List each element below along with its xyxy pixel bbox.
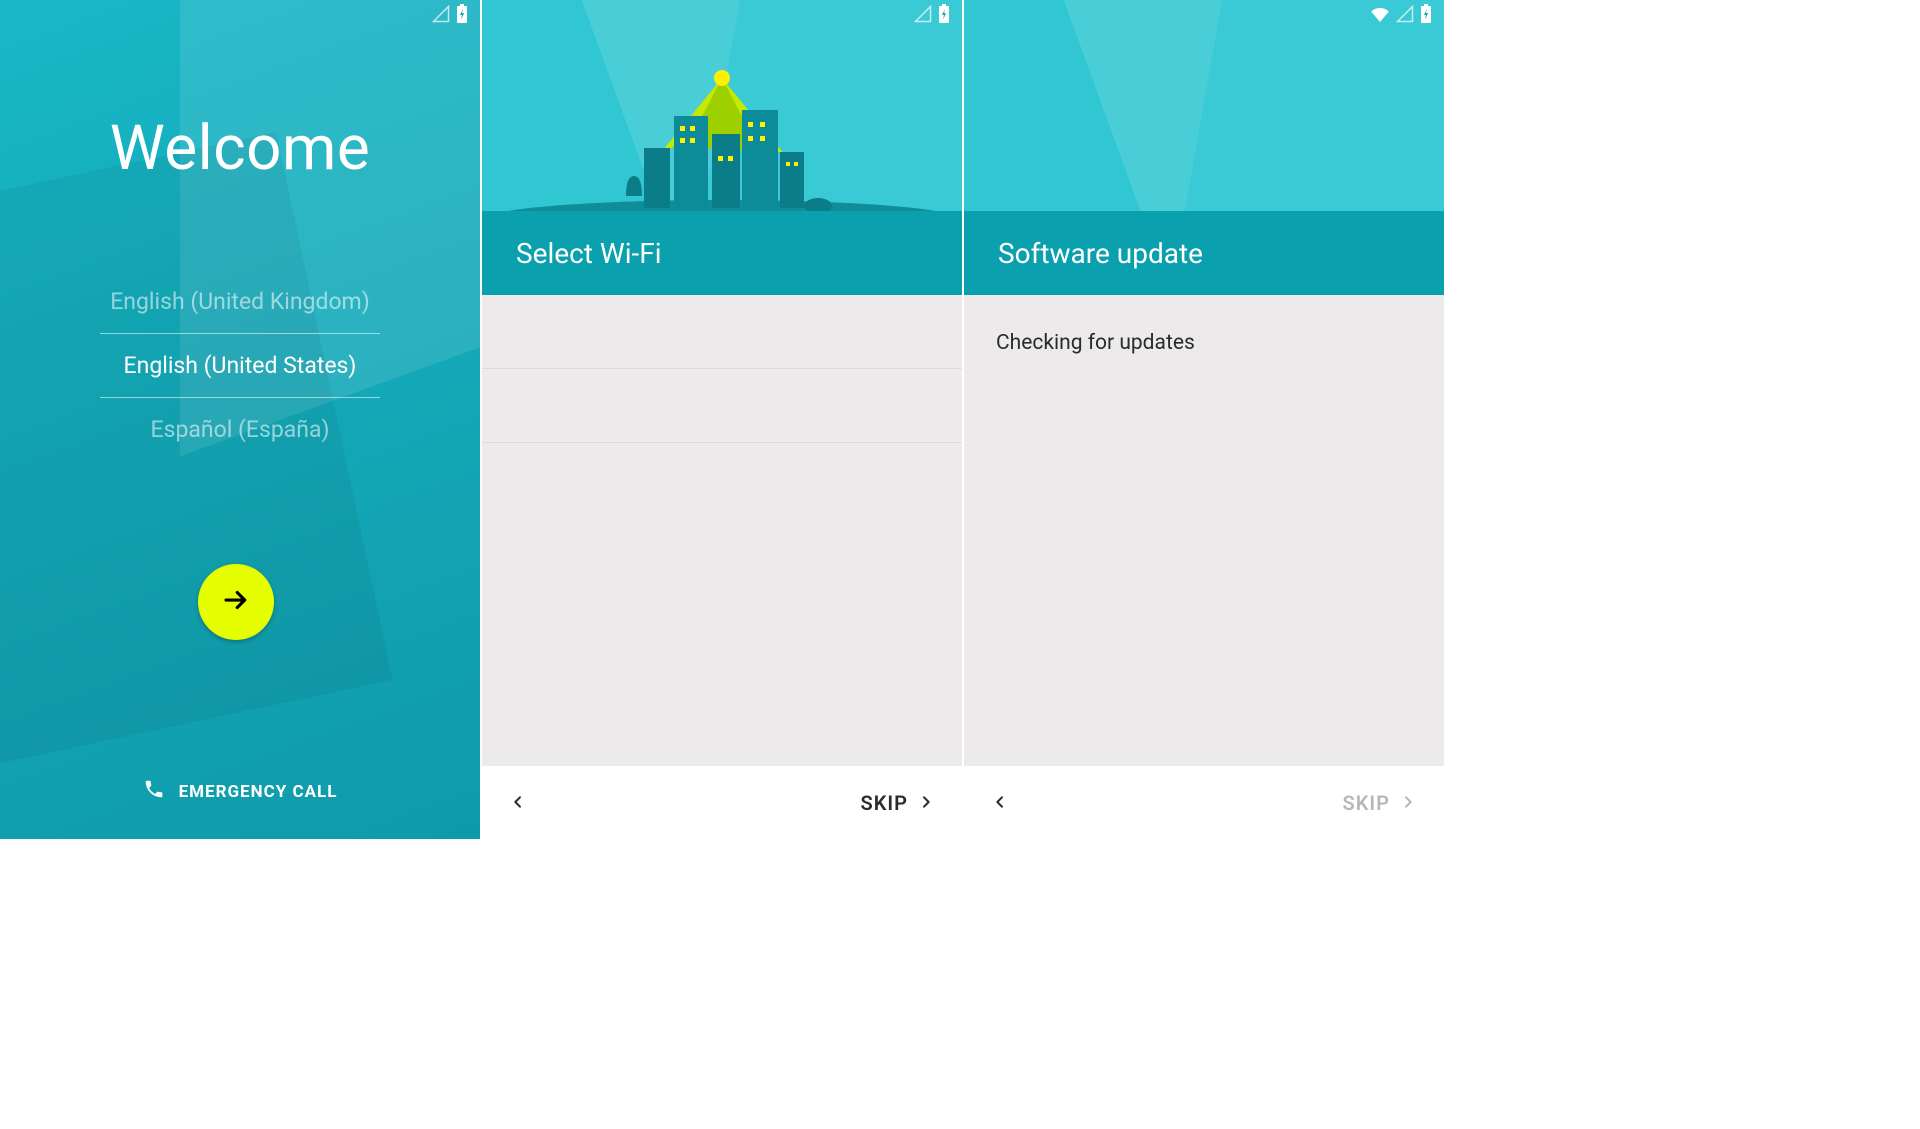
software-update-screen: Software update Checking for updates	[964, 0, 1444, 839]
chevron-right-icon	[1400, 791, 1416, 815]
header-title-band: Software update	[964, 211, 1444, 295]
language-option[interactable]: English (United Kingdom)	[100, 270, 380, 333]
chevron-left-icon	[510, 791, 526, 815]
wifi-screen: Select Wi-Fi SKIP	[482, 0, 962, 839]
city-illustration	[592, 56, 852, 220]
list-item[interactable]	[482, 295, 962, 369]
list-item[interactable]	[482, 369, 962, 443]
status-text: Checking for updates	[964, 295, 1444, 391]
cellular-empty-icon	[432, 5, 450, 23]
wifi-icon	[1370, 6, 1390, 22]
arrow-right-icon	[221, 585, 251, 619]
battery-charging-icon	[1420, 4, 1432, 24]
chevron-left-icon	[992, 791, 1008, 815]
language-picker[interactable]: English (United Kingdom) English (United…	[0, 270, 480, 461]
language-option[interactable]: Español (España)	[100, 398, 380, 461]
skip-button[interactable]: SKIP	[861, 791, 934, 815]
page-title: Software update	[998, 237, 1203, 270]
header: Select Wi-Fi	[482, 0, 962, 295]
footer-nav: SKIP	[482, 765, 962, 839]
back-button[interactable]	[992, 791, 1008, 815]
battery-charging-icon	[938, 4, 950, 24]
status-bar	[432, 0, 468, 28]
welcome-screen: Welcome English (United Kingdom) English…	[0, 0, 480, 839]
cellular-empty-icon	[914, 5, 932, 23]
skip-label: SKIP	[861, 791, 908, 815]
emergency-call-button[interactable]: EMERGENCY CALL	[0, 778, 480, 805]
status-bar	[914, 0, 950, 28]
header-title-band: Select Wi-Fi	[482, 211, 962, 295]
battery-charging-icon	[456, 4, 468, 24]
chevron-right-icon	[918, 791, 934, 815]
status-bar	[1370, 0, 1432, 28]
page-title: Select Wi-Fi	[516, 237, 662, 270]
header: Software update	[964, 0, 1444, 295]
wifi-list	[482, 295, 962, 765]
back-button[interactable]	[510, 791, 526, 815]
update-body: Checking for updates	[964, 295, 1444, 765]
emergency-call-label: EMERGENCY CALL	[179, 782, 338, 802]
footer-nav: SKIP	[964, 765, 1444, 839]
phone-icon	[143, 778, 165, 805]
cellular-empty-icon	[1396, 5, 1414, 23]
continue-button[interactable]	[198, 564, 274, 640]
page-title: Welcome	[0, 112, 480, 185]
skip-button: SKIP	[1343, 791, 1416, 815]
skip-label: SKIP	[1343, 791, 1390, 815]
language-option-selected[interactable]: English (United States)	[100, 333, 380, 398]
